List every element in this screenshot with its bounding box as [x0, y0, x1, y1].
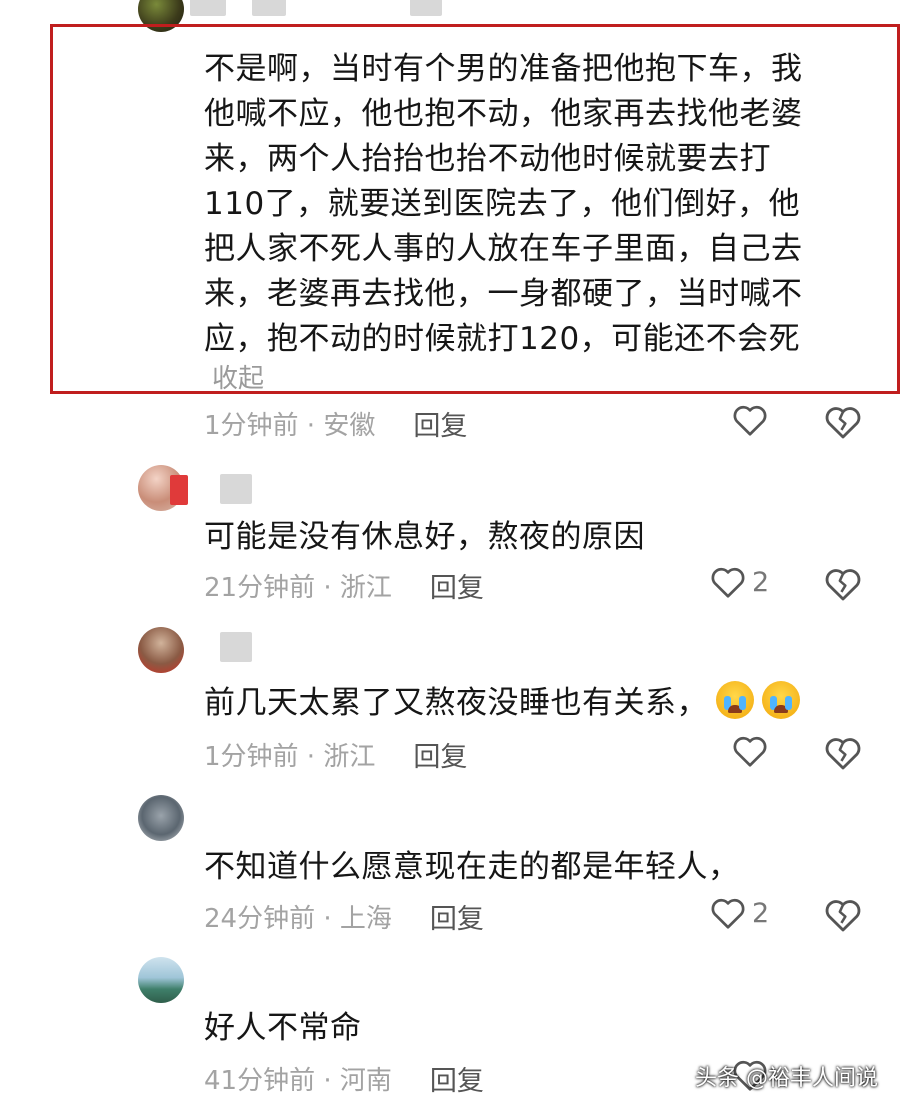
comment-meta: 21分钟前 · 浙江 回复	[204, 566, 484, 605]
avatar[interactable]	[138, 957, 184, 1003]
like-count: 2	[752, 566, 770, 598]
comment-meta: 1分钟前 · 安徽 回复	[204, 404, 467, 443]
comment-meta: 24分钟前 · 上海 回复	[204, 897, 484, 936]
comment-time-location: 41分钟前 · 河南	[204, 1066, 392, 1096]
like-button[interactable]: 2	[710, 565, 769, 599]
username-mask	[252, 0, 286, 16]
comment-time-location: 1分钟前 · 浙江	[204, 742, 376, 772]
comment-time-location: 21分钟前 · 浙江	[204, 573, 392, 603]
broken-heart-icon[interactable]	[824, 896, 862, 934]
collapse-link[interactable]: 收起	[212, 358, 264, 395]
username-mask	[410, 0, 442, 16]
broken-heart-icon[interactable]	[824, 403, 862, 441]
like-button[interactable]: 2	[710, 896, 769, 930]
like-button[interactable]	[732, 403, 774, 437]
watermark: 头条 @裕丰人间说	[695, 1066, 878, 1091]
heart-outline-icon	[711, 898, 745, 929]
heart-outline-icon	[733, 405, 767, 436]
username-mask	[190, 0, 226, 16]
avatar[interactable]	[138, 795, 184, 841]
comment-text: 不是啊，当时有个男的准备把他抱下车，我 他喊不应，他也抱不动，他家再去找他老婆 …	[204, 51, 803, 357]
like-count: 2	[752, 897, 770, 929]
heart-outline-icon	[733, 736, 767, 767]
comment-list: 不是啊，当时有个男的准备把他抱下车，我 他喊不应，他也抱不动，他家再去找他老婆 …	[0, 0, 900, 1108]
crying-face-emoji	[762, 681, 800, 719]
comment-meta: 41分钟前 · 河南 回复	[204, 1059, 484, 1098]
comment-text: 好人不常命	[204, 1010, 362, 1046]
broken-heart-icon[interactable]	[824, 734, 862, 772]
username-mask	[220, 632, 252, 662]
avatar[interactable]	[138, 627, 184, 673]
reply-button[interactable]: 回复	[430, 566, 484, 605]
comment-text: 可能是没有休息好，熬夜的原因	[204, 519, 645, 555]
crying-face-emoji	[716, 681, 754, 719]
reply-button[interactable]: 回复	[430, 897, 484, 936]
reply-button[interactable]: 回复	[413, 735, 467, 774]
reply-button[interactable]: 回复	[430, 1059, 484, 1098]
comment-text: 不知道什么愿意现在走的都是年轻人，	[204, 849, 740, 885]
heart-outline-icon	[711, 567, 745, 598]
comment-time-location: 1分钟前 · 安徽	[204, 411, 376, 441]
broken-heart-icon[interactable]	[824, 565, 862, 603]
comment-text-content: 前几天太累了又熬夜没睡也有关系，	[204, 685, 708, 721]
comment-time-location: 24分钟前 · 上海	[204, 904, 392, 934]
comment-text: 前几天太累了又熬夜没睡也有关系，	[204, 681, 800, 726]
username-mask	[220, 474, 252, 504]
reply-button[interactable]: 回复	[413, 404, 467, 443]
comment-meta: 1分钟前 · 浙江 回复	[204, 735, 467, 774]
like-button[interactable]	[732, 734, 774, 768]
username-mask	[170, 475, 188, 505]
